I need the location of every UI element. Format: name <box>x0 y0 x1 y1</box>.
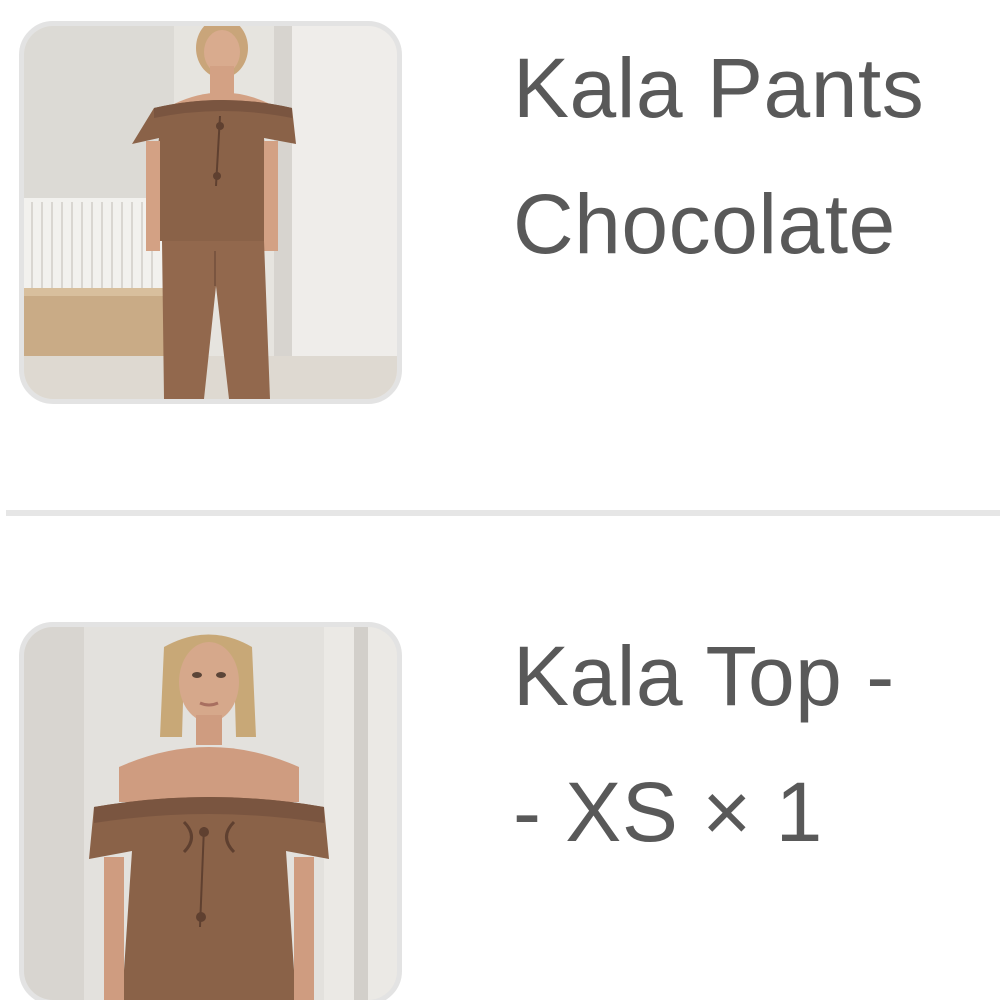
product-title[interactable]: Kala Top - - XS × 1 <box>513 608 1000 880</box>
cart-item[interactable]: Kala Top - - XS × 1 <box>0 520 1000 1000</box>
product-title-line: Kala Pants <box>513 41 925 135</box>
product-title-line: Kala Top - <box>513 629 895 723</box>
product-thumbnail[interactable] <box>19 21 402 404</box>
product-variant-quantity-line: - XS × 1 <box>513 765 823 859</box>
product-photo <box>24 26 397 399</box>
cart-line-items: Kala Pants Chocolate Kala Top - - XS × 1 <box>0 0 1000 1000</box>
product-title[interactable]: Kala Pants Chocolate <box>513 20 1000 292</box>
cart-item[interactable]: Kala Pants Chocolate <box>0 0 1000 510</box>
product-thumbnail[interactable] <box>19 622 402 1000</box>
product-photo <box>24 627 397 1000</box>
divider <box>6 510 1000 516</box>
product-variant-line: Chocolate <box>513 177 896 271</box>
